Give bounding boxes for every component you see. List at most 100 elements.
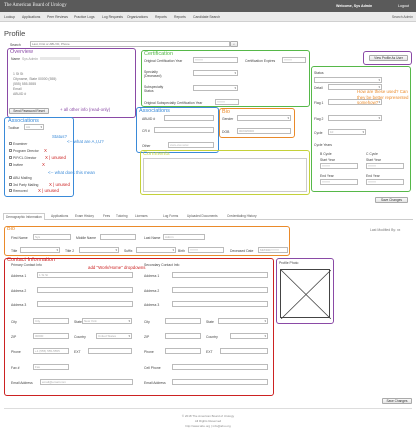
pipcl-director-checkbox[interactable] xyxy=(9,156,12,159)
tab-credentialing-history[interactable]: Credentialing History xyxy=(227,214,257,218)
program-director-checkbox[interactable] xyxy=(9,149,12,152)
specialty-select[interactable] xyxy=(193,70,238,76)
logout-link[interactable]: Logout xyxy=(398,4,409,8)
cert-expires-field[interactable]: YYYY xyxy=(282,57,306,63)
orig-subspec-year-field[interactable]: YYYY xyxy=(215,99,239,105)
suffix-select[interactable] xyxy=(136,247,176,253)
last-name-field[interactable]: Admin xyxy=(163,234,205,240)
deceased-date-field[interactable]: MM/DD/YYYY xyxy=(258,247,288,253)
footer-links[interactable]: http://www.abu.org | info@abu.org xyxy=(0,424,416,428)
tab-fees[interactable]: Fees xyxy=(103,214,110,218)
primary-state-select[interactable]: New York xyxy=(82,318,132,324)
search-input[interactable] xyxy=(30,41,230,47)
third-party-mailing-checkbox[interactable] xyxy=(9,183,12,186)
toolbar-select[interactable]: AH xyxy=(24,124,44,130)
primary-address2-field[interactable] xyxy=(37,287,133,293)
save-changes-button[interactable]: Save Changes xyxy=(375,197,408,203)
toolbar-label: Toolbar xyxy=(8,126,20,130)
secondary-zip-field[interactable] xyxy=(165,333,201,339)
tab-exam-history[interactable]: Exam History xyxy=(75,214,94,218)
cr-field[interactable] xyxy=(154,127,214,133)
primary-phone-field[interactable]: +1 (555) 555-5555 xyxy=(33,348,69,354)
nav-applications[interactable]: Applications xyxy=(22,15,40,19)
detail-label: Detail xyxy=(314,86,323,90)
cycle-select[interactable]: 10 xyxy=(328,129,366,135)
secondary-address2-field[interactable] xyxy=(172,287,268,293)
association-item-abu-mailing[interactable]: ABU Mailing xyxy=(9,176,32,180)
tab-uploaded-documents[interactable]: Uploaded Documents xyxy=(187,214,218,218)
tab-log-forms[interactable]: Log Forms xyxy=(163,214,178,218)
c-end-year-field[interactable]: YYYY xyxy=(366,179,404,185)
removed-checkbox[interactable] xyxy=(9,189,12,192)
b-cycle-label: B Cycle xyxy=(320,152,332,156)
tab-demographic[interactable]: Demographic Information xyxy=(3,212,45,220)
nav-reports-2[interactable]: Reports xyxy=(174,15,186,19)
primary-country-select[interactable]: United States xyxy=(96,333,132,339)
secondary-phone-field[interactable] xyxy=(165,348,201,354)
nav-reports[interactable]: Reports xyxy=(155,15,167,19)
secondary-address3-field[interactable] xyxy=(172,301,268,307)
abu-mailing-checkbox[interactable] xyxy=(9,176,12,179)
primary-email-field[interactable]: email@email.com xyxy=(40,379,133,385)
invitee-checkbox[interactable] xyxy=(9,163,12,166)
cert-expires-label: Certification Expires xyxy=(245,59,276,63)
nav-practice-logs[interactable]: Practice Logs xyxy=(74,15,95,19)
association-item-third-party-mailing[interactable]: 3rd Party Mailing xyxy=(9,183,38,187)
middle-name-field[interactable] xyxy=(100,234,136,240)
b-end-year-field[interactable]: YYYY xyxy=(320,179,358,185)
other-field[interactable]: xxxx-xxx-xxxx xyxy=(168,142,214,148)
profile-photo-placeholder[interactable] xyxy=(280,269,332,320)
orig-cert-year-field[interactable]: YYYY xyxy=(193,57,238,63)
flag2-select[interactable] xyxy=(328,115,382,121)
nav-lookup[interactable]: Lookup xyxy=(4,15,15,19)
association-item-removed[interactable]: Removed xyxy=(9,189,28,193)
first-name-field[interactable]: Sys xyxy=(33,234,71,240)
dob-field[interactable]: 00/00/0000 xyxy=(237,128,291,134)
comments-textarea[interactable] xyxy=(143,158,307,192)
secondary-city-field[interactable] xyxy=(165,318,201,324)
gender-select[interactable] xyxy=(237,115,291,121)
primary-city-field[interactable]: City xyxy=(33,318,69,324)
association-item-examiner[interactable]: Examiner xyxy=(9,142,27,146)
secondary-address1-field[interactable] xyxy=(172,272,268,278)
cell-phone-field[interactable] xyxy=(172,364,268,370)
nav-peer-reviews[interactable]: Peer Reviews xyxy=(47,15,68,19)
examiner-checkbox[interactable] xyxy=(9,142,12,145)
nav-candidate-search[interactable]: Candidate Search xyxy=(193,15,220,19)
primary-fax-field[interactable]: Fax xyxy=(33,364,69,370)
search-admin-link[interactable]: Search Admin xyxy=(392,15,413,19)
last-modified-text: Last Modified By: xx xyxy=(370,228,401,232)
association-item-pipcl-director[interactable]: PIP/CL Director xyxy=(9,156,36,160)
nav-organizations[interactable]: Organizations xyxy=(127,15,148,19)
search-button[interactable]: ⌕ xyxy=(230,41,238,47)
primary-address3-field[interactable] xyxy=(37,301,133,307)
nav-log-requests[interactable]: Log Requests xyxy=(102,15,123,19)
secondary-email-field[interactable] xyxy=(172,379,268,385)
b-start-year-field[interactable]: YYYY xyxy=(320,163,358,169)
abuid-label: ABUID # xyxy=(142,117,156,121)
send-password-reset-button[interactable]: Send Password Reset xyxy=(9,108,49,114)
secondary-ext-field[interactable] xyxy=(220,348,268,354)
association-item-program-director[interactable]: Program Director xyxy=(9,149,39,153)
abuid-field[interactable] xyxy=(164,115,214,121)
title-select[interactable] xyxy=(20,247,60,253)
c-end-year-label: End Year xyxy=(366,174,380,178)
flag1-label: Flag 1 xyxy=(314,101,324,105)
footer-copyright: © 2018 The American Board of Urology xyxy=(181,414,235,418)
tab-tutoring[interactable]: Tutoring xyxy=(116,214,128,218)
tab-applications[interactable]: Applications xyxy=(51,214,68,218)
primary-ext-field[interactable] xyxy=(88,348,132,354)
status-select[interactable] xyxy=(314,77,382,83)
view-profile-as-user-button[interactable]: View Profile As User xyxy=(369,55,408,61)
secondary-state-select[interactable] xyxy=(218,318,268,324)
save-changes-button-2[interactable]: Save Changes xyxy=(382,398,412,404)
primary-zip-field[interactable]: 00000 xyxy=(33,333,69,339)
birth-field[interactable]: YYYY xyxy=(188,247,224,253)
subspecialty-status-select[interactable] xyxy=(193,85,238,91)
title2-select[interactable] xyxy=(79,247,119,253)
secondary-country-select[interactable] xyxy=(230,333,268,339)
association-item-invitee[interactable]: Invitee xyxy=(9,163,23,167)
c-start-year-field[interactable]: YYYY xyxy=(366,163,404,169)
tab-licenses[interactable]: Licenses xyxy=(135,214,148,218)
primary-address1-field[interactable]: 1 St St xyxy=(37,272,133,278)
